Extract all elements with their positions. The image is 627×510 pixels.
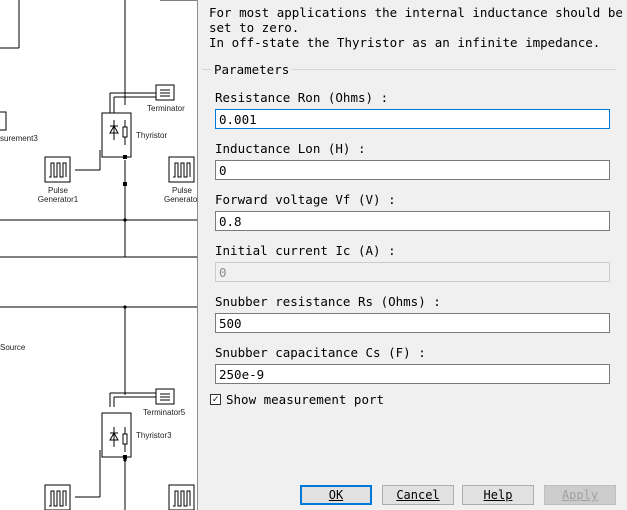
ok-button[interactable]: OK: [300, 485, 372, 505]
snubber-capacitance-input[interactable]: [215, 364, 610, 384]
initial-current-input: [215, 262, 610, 282]
parameters-group: Parameters Resistance Ron (Ohms) : Induc…: [202, 62, 616, 417]
inductance-lon-input[interactable]: [215, 160, 610, 180]
snubber-resistance-input[interactable]: [215, 313, 610, 333]
resistance-ron-input[interactable]: [215, 109, 610, 129]
pulse-generator1-label: Pulse Generator1: [37, 186, 79, 204]
show-measurement-port-label[interactable]: Show measurement port: [226, 392, 384, 407]
inductance-lon-label: Inductance Lon (H) :: [215, 141, 366, 156]
description-line-2: set to zero.: [209, 20, 300, 35]
snubber-resistance-label: Snubber resistance Rs (Ohms) :: [215, 294, 441, 309]
block-parameters-dialog: For most applications the internal induc…: [197, 0, 627, 510]
show-measurement-port-checkbox-row[interactable]: ✓ Show measurement port: [210, 392, 384, 407]
cancel-button[interactable]: Cancel: [382, 485, 454, 505]
description-line-1: For most applications the internal induc…: [209, 5, 623, 20]
forward-voltage-label: Forward voltage Vf (V) :: [215, 192, 396, 207]
pulse-generator-label: Pulse Generator: [163, 186, 197, 204]
model-canvas[interactable]: surement3 Terminator Thyristor Pulse Gen…: [0, 0, 197, 510]
help-button[interactable]: Help: [462, 485, 534, 505]
forward-voltage-input[interactable]: [215, 211, 610, 231]
description-line-3: In off-state the Thyristor as an infinit…: [209, 35, 601, 50]
resistance-ron-label: Resistance Ron (Ohms) :: [215, 90, 389, 105]
terminator5-label: Terminator5: [143, 408, 186, 417]
measurement3-label: surement3: [0, 134, 38, 143]
initial-current-label: Initial current Ic (A) :: [215, 243, 396, 258]
snubber-capacitance-label: Snubber capacitance Cs (F) :: [215, 345, 426, 360]
terminator-label: Terminator: [147, 104, 185, 113]
parameters-title: Parameters: [211, 62, 293, 77]
thyristor-label: Thyristor: [136, 131, 168, 140]
apply-button: Apply: [544, 485, 616, 505]
thyristor3-label: Thyristor3: [136, 431, 172, 440]
show-measurement-port-checkbox[interactable]: ✓: [210, 394, 221, 405]
source-label: Source: [0, 343, 26, 352]
